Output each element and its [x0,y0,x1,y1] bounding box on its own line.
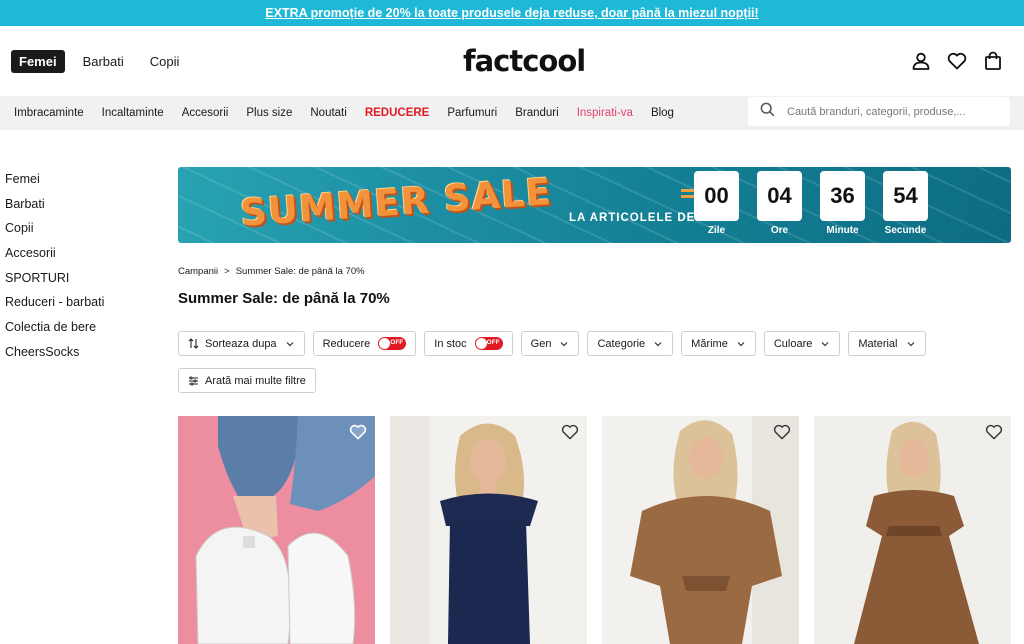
tab-barbati[interactable]: Barbati [75,50,132,73]
search-input[interactable] [787,105,997,118]
wishlist-heart-icon[interactable] [349,424,367,440]
product-image [630,416,799,644]
nav-reducere[interactable]: REDUCERE [365,107,430,119]
product-image [195,416,375,644]
logo[interactable]: factcool [463,44,586,78]
wishlist-heart-icon[interactable] [561,424,579,440]
heart-icon[interactable] [946,50,968,72]
sort-icon [188,338,199,349]
timer-seconds-label: Secunde [884,225,927,236]
nav-items: Imbracaminte Incaltaminte Accesorii Plus… [14,96,692,130]
sidebar-item-reduceri-barbati[interactable]: Reduceri - barbati [5,293,104,318]
chevron-down-icon [653,339,663,349]
product-card[interactable] [390,416,587,644]
discount-toggle[interactable]: OFF [378,337,407,350]
header-icons [910,50,1004,72]
tab-femei[interactable]: Femei [11,50,65,73]
nav-noutati[interactable]: Noutati [310,107,346,119]
timer-hours-label: Ore [770,225,789,236]
filter-culoare-label: Culoare [773,337,813,350]
sidebar-item-colectia-de-bere[interactable]: Colectia de bere [5,318,104,343]
nav-plus-size[interactable]: Plus size [246,107,292,119]
promo-link[interactable]: EXTRA promoție de 20% la toate produsele… [265,6,758,20]
product-card[interactable] [814,416,1011,644]
toggle-off-label: OFF [390,339,404,346]
sort-dropdown[interactable]: Sorteaza dupa [178,331,305,356]
sidebar-item-copii[interactable]: Copii [5,219,104,244]
chevron-down-icon [736,339,746,349]
sort-label: Sorteaza dupa [205,337,277,350]
countdown-timer: 00 Zile 04 Ore 36 Minute 54 Secunde [694,171,928,236]
chevron-down-icon [906,339,916,349]
product-card[interactable] [178,416,375,644]
in-stock-toggle[interactable]: OFF [474,337,503,350]
timer-hours: 04 Ore [757,171,802,236]
filter-icon [188,376,199,386]
more-filters-button[interactable]: Arată mai multe filtre [178,368,316,393]
chevron-down-icon [559,339,569,349]
search-box[interactable] [748,97,1010,126]
bag-icon[interactable] [982,50,1004,72]
nav-imbracaminte[interactable]: Imbracaminte [14,107,84,119]
main-nav: Imbracaminte Incaltaminte Accesorii Plus… [0,96,1024,130]
user-icon[interactable] [910,50,932,72]
nav-incaltaminte[interactable]: Incaltaminte [102,107,164,119]
chevron-down-icon [285,339,295,349]
nav-blog[interactable]: Blog [651,107,674,119]
promo-banner[interactable]: EXTRA promoție de 20% la toate produsele… [0,0,1024,26]
header: Femei Barbati Copii factcool [0,26,1024,96]
product-card[interactable] [602,416,799,644]
timer-minutes-label: Minute [826,225,859,236]
filter-marime-label: Mărime [691,337,728,350]
filter-gen[interactable]: Gen [520,331,580,356]
chevron-down-icon [820,339,830,349]
discount-label: Reducere [322,337,371,350]
filter-culoare[interactable]: Culoare [763,331,841,356]
wishlist-heart-icon[interactable] [985,424,1003,440]
timer-minutes-value: 36 [820,171,865,221]
filter-categorie-label: Categorie [597,337,646,350]
tab-copii[interactable]: Copii [142,50,188,73]
filter-material-label: Material [858,337,898,350]
timer-seconds: 54 Secunde [883,171,928,236]
nav-inspirati-va[interactable]: Inspirati-va [577,107,633,119]
in-stock-toggle-filter[interactable]: In stoc OFF [424,331,513,356]
nav-parfumuri[interactable]: Parfumuri [447,107,497,119]
more-filters-label: Arată mai multe filtre [205,374,306,387]
discount-toggle-filter[interactable]: Reducere OFF [312,331,417,356]
nav-accesorii[interactable]: Accesorii [182,107,229,119]
breadcrumb-current: Summer Sale: de până la 70% [235,266,365,277]
sidebar-item-femei[interactable]: Femei [5,170,104,195]
toggle-off-label: OFF [486,339,500,346]
filter-gen-label: Gen [530,337,552,350]
timer-minutes: 36 Minute [820,171,865,236]
product-grid [178,416,1011,644]
sidebar-item-barbati[interactable]: Barbati [5,195,104,220]
filter-marime[interactable]: Mărime [681,331,756,356]
wishlist-heart-icon[interactable] [773,424,791,440]
sidebar-item-accesorii[interactable]: Accesorii [5,244,104,269]
timer-hours-value: 04 [757,171,802,221]
timer-seconds-value: 54 [883,171,928,221]
filter-categorie[interactable]: Categorie [587,331,674,356]
timer-days-value: 00 [694,171,739,221]
filter-material[interactable]: Material [848,331,926,356]
gender-tabs: Femei Barbati Copii [11,50,187,73]
sidebar: Femei Barbati Copii Accesorii SPORTURI R… [5,170,104,368]
breadcrumb-separator: > [224,266,230,277]
sidebar-item-cheerssocks[interactable]: CheersSocks [5,343,104,368]
in-stock-label: In stoc [434,337,467,350]
sidebar-item-sporturi[interactable]: SPORTURI [5,269,104,294]
breadcrumb-campanii[interactable]: Campanii [178,266,218,277]
summer-sale-banner[interactable]: SUMMER SALE LA ARTICOLELE DE VARĂ 00 Zil… [178,167,1011,243]
product-image [390,416,538,644]
breadcrumb: Campanii > Summer Sale: de până la 70% [178,266,365,277]
product-image [814,416,1011,644]
nav-branduri[interactable]: Branduri [515,107,558,119]
filter-bar: Sorteaza dupa Reducere OFF In stoc OFF G… [178,331,938,393]
page-title: Summer Sale: de până la 70% [178,290,390,307]
timer-days: 00 Zile [694,171,739,236]
timer-days-label: Zile [707,225,726,236]
search-icon[interactable] [760,102,775,122]
